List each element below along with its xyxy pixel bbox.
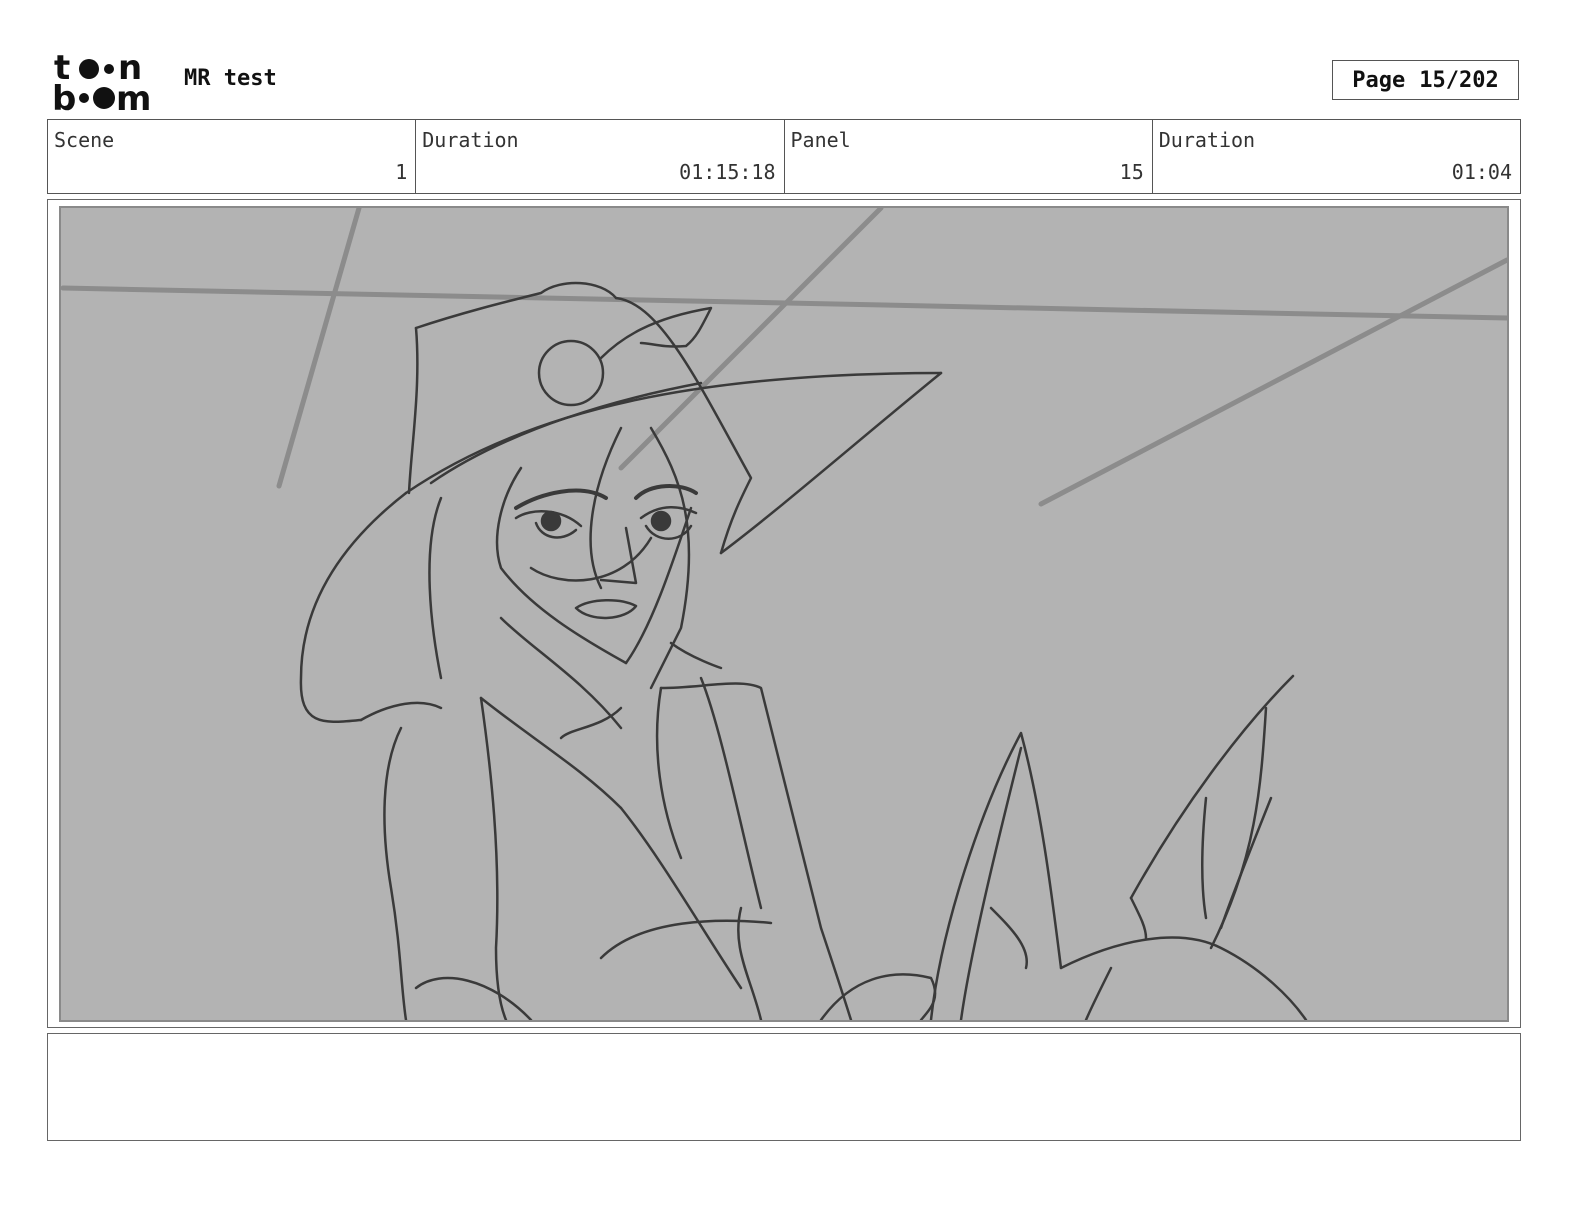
page-value: 15/202 [1419,67,1499,93]
svg-text:b: b [52,79,76,114]
panel-notes-box [47,1033,1521,1141]
panel-value: 15 [1119,160,1144,184]
scene-duration-label: Duration [422,128,519,152]
panel-label: Panel [790,128,851,152]
project-title: MR test [184,66,277,91]
toon-boom-logo: t n b m [52,48,164,119]
page-indicator: Page 15/202 [1332,60,1519,100]
panel-info-row: Scene 1 Duration 01:15:18 Panel 15 Durat… [47,119,1521,194]
scene-cell: Scene 1 [48,120,417,193]
guide-lines [61,208,1507,507]
panel-duration-value: 01:04 [1451,160,1512,184]
scene-label: Scene [54,128,115,152]
storyboard-panel-frame [47,199,1521,1028]
storyboard-sketch [59,206,1509,1022]
scene-duration-cell: Duration 01:15:18 [416,120,785,193]
character-sketch [299,281,943,1020]
scene-duration-value: 01:15:18 [679,160,776,184]
panel-duration-label: Duration [1158,128,1256,152]
horse-sketch [929,674,1308,1020]
panel-cell: Panel 15 [785,120,1153,193]
scene-value: 1 [395,160,408,184]
page-label: Page [1352,67,1406,93]
svg-text:m: m [116,79,151,114]
panel-duration-cell: Duration 01:04 [1153,120,1520,193]
